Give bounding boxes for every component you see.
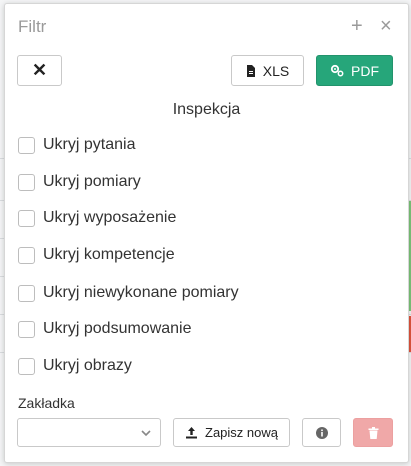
checkbox-hide-measurements[interactable]: Ukryj pomiary [18,173,141,191]
checkbox-hide-images[interactable]: Ukryj obrazy [18,357,132,375]
checkbox-box[interactable] [18,173,35,191]
checkbox-box[interactable] [18,136,35,154]
save-new-label: Zapisz nową [205,425,278,440]
save-new-button[interactable]: Zapisz nową [173,418,290,447]
checkbox-box[interactable] [18,320,35,338]
x-icon: ✕ [31,60,48,80]
bookmark-label: Zakładka [18,395,75,411]
file-icon [246,64,256,77]
section-title: Inspekcja [172,101,241,118]
add-icon[interactable]: + [351,14,363,38]
delete-button[interactable] [353,418,393,447]
close-icon[interactable]: × [380,14,392,38]
checkbox-hide-equipment[interactable]: Ukryj wyposażenie [18,209,176,227]
pdf-label: PDF [351,62,379,79]
checkbox-hide-unperformed-measurements[interactable]: Ukryj niewykonane pomiary [18,284,239,302]
export-pdf-button[interactable]: PDF [316,55,393,86]
upload-icon [185,426,198,439]
checkbox-label: Ukryj pomiary [43,173,141,190]
checkbox-label: Ukryj wyposażenie [43,209,177,226]
close-button[interactable]: ✕ [17,55,62,86]
bookmark-select[interactable] [17,418,161,447]
checkbox-label: Ukryj niewykonane pomiary [43,284,239,301]
trash-icon [368,426,379,439]
checkbox-box[interactable] [18,209,35,227]
checkbox-label: Ukryj podsumowanie [43,320,192,337]
export-xls-button[interactable]: XLS [231,55,304,86]
checkbox-label: Ukryj pytania [43,136,136,153]
checkbox-hide-questions[interactable]: Ukryj pytania [18,136,135,154]
checkbox-label: Ukryj kompetencje [43,246,175,263]
info-icon [315,426,328,439]
xls-label: XLS [262,62,290,79]
checkbox-hide-summary[interactable]: Ukryj podsumowanie [18,320,192,338]
gears-icon [330,64,344,77]
checkbox-label: Ukryj obrazy [43,357,132,374]
checkbox-hide-competences[interactable]: Ukryj kompetencje [18,246,175,264]
dialog-title: Filtr [18,17,47,36]
checkbox-box[interactable] [18,357,35,375]
info-button[interactable] [302,418,341,447]
checkbox-box[interactable] [18,246,35,264]
filter-dialog: Filtr + × ✕ XLS PDF Inspekcja Ukryj pyta… [4,3,409,463]
checkbox-box[interactable] [18,284,35,302]
chevron-down-icon [140,423,152,443]
